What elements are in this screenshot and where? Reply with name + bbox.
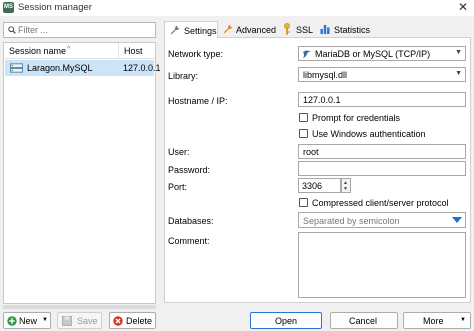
cancel-button[interactable]: Cancel — [330, 312, 398, 329]
comment-label: Comment: — [168, 236, 210, 246]
port-label: Port: — [168, 182, 188, 192]
network-type-select[interactable]: MariaDB or MySQL (TCP/IP) ▼ — [298, 46, 466, 61]
filter-box — [3, 22, 156, 38]
compressed-protocol-label: Compressed client/server protocol — [312, 198, 449, 208]
tab-settings[interactable]: Settings — [164, 21, 218, 38]
hostname-value: 127.0.0.1 — [303, 95, 341, 105]
database-icon — [303, 50, 311, 58]
port-value: 3306 — [302, 181, 323, 191]
library-value: libmysql.dll — [303, 70, 348, 80]
save-button[interactable]: Save — [57, 312, 102, 329]
open-button[interactable]: Open — [250, 312, 322, 329]
app-logo-icon: MS — [3, 2, 14, 13]
network-type-label: Network type: — [168, 49, 224, 59]
dropdown-arrow-icon[interactable] — [452, 217, 462, 223]
user-value: root — [303, 147, 319, 157]
more-button[interactable]: More ▼ — [403, 312, 471, 329]
databases-placeholder: Separated by semicolon — [303, 216, 400, 226]
new-button[interactable]: New ▼ — [3, 312, 51, 329]
more-button-label: More — [423, 316, 444, 326]
list-header: Session name ^ Host — [4, 43, 155, 59]
column-header-host[interactable]: Host — [124, 46, 143, 56]
window-title: Session manager — [18, 2, 92, 13]
password-input[interactable] — [298, 161, 466, 176]
port-input[interactable]: 3306 — [298, 178, 341, 193]
session-host: 127.0.0.1 — [123, 63, 161, 73]
cancel-button-label: Cancel — [349, 316, 378, 326]
close-window-button[interactable]: ✕ — [458, 0, 468, 14]
server-icon — [10, 63, 23, 73]
key-icon — [284, 23, 290, 35]
save-button-label: Save — [77, 316, 98, 326]
library-select[interactable]: libmysql.dll ▼ — [298, 67, 466, 82]
tab-advanced[interactable]: Advanced — [220, 21, 278, 38]
decrement-icon[interactable]: ▼ — [343, 186, 348, 192]
title-bar: MS Session manager ✕ — [0, 0, 474, 16]
tab-statistics[interactable]: Statistics — [318, 21, 374, 38]
tab-label: Settings — [184, 26, 217, 36]
floppy-disk-icon — [62, 316, 72, 326]
tab-ssl[interactable]: SSL — [281, 21, 315, 38]
wrench-icon — [170, 25, 180, 35]
port-stepper[interactable]: ▲ ▼ — [341, 178, 351, 193]
bar-chart-icon — [320, 25, 330, 34]
tab-label: Advanced — [236, 25, 277, 35]
sort-ascending-icon: ^ — [67, 46, 71, 53]
compressed-protocol-checkbox[interactable] — [299, 198, 308, 207]
horizontal-scrollbar[interactable] — [3, 305, 156, 309]
tab-label: Statistics — [334, 25, 371, 35]
wrench-icon — [223, 24, 233, 34]
user-label: User: — [168, 147, 190, 157]
tab-label: SSL — [296, 25, 314, 35]
chevron-down-icon[interactable]: ▼ — [460, 317, 466, 323]
password-label: Password: — [168, 165, 211, 175]
column-divider[interactable] — [118, 43, 119, 59]
column-header-session-name[interactable]: Session name — [9, 46, 66, 56]
plus-icon — [7, 316, 17, 326]
library-label: Library: — [168, 71, 199, 81]
databases-label: Databases: — [168, 216, 214, 226]
user-input[interactable]: root — [298, 144, 466, 159]
hostname-input[interactable]: 127.0.0.1 — [298, 92, 466, 107]
search-icon — [8, 26, 16, 34]
prompt-credentials-checkbox[interactable] — [299, 113, 308, 122]
windows-auth-checkbox[interactable] — [299, 129, 308, 138]
session-name: Laragon.MySQL — [27, 63, 93, 73]
delete-button-label: Delete — [126, 316, 153, 326]
chevron-down-icon[interactable]: ▼ — [42, 317, 48, 323]
delete-button[interactable]: Delete — [109, 312, 156, 329]
filter-input[interactable] — [18, 24, 152, 36]
open-button-label: Open — [275, 316, 298, 326]
comment-textarea[interactable] — [298, 232, 466, 298]
session-row[interactable]: Laragon.MySQL 127.0.0.1 — [5, 60, 161, 76]
hostname-label: Hostname / IP: — [168, 96, 228, 106]
session-list[interactable]: Session name ^ Host Laragon.MySQL 127.0.… — [3, 42, 161, 304]
prompt-credentials-label: Prompt for credentials — [312, 113, 401, 123]
chevron-down-icon: ▼ — [455, 70, 462, 77]
chevron-down-icon: ▼ — [455, 49, 462, 56]
windows-auth-label: Use Windows authentication — [312, 129, 426, 139]
databases-input[interactable]: Separated by semicolon — [298, 212, 466, 228]
new-button-label: New — [19, 316, 38, 326]
network-type-value: MariaDB or MySQL (TCP/IP) — [315, 49, 431, 59]
delete-icon — [113, 316, 123, 326]
